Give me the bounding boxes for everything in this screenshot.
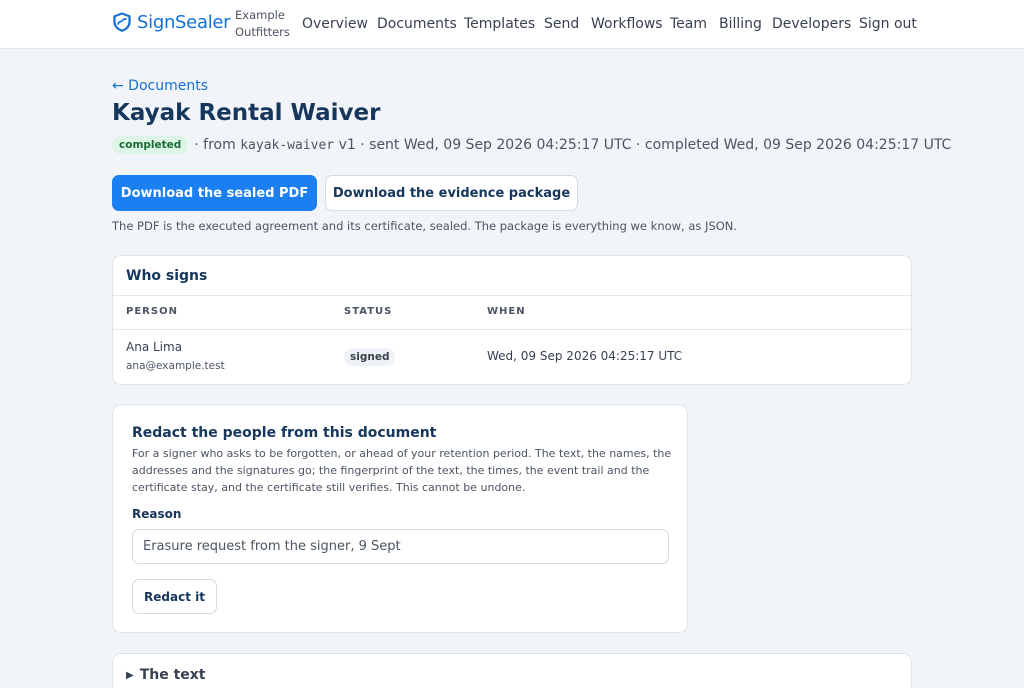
nav-billing[interactable]: Billing <box>719 16 762 32</box>
org-line-1: Example <box>235 8 285 22</box>
page-title: Kayak Rental Waiver <box>112 100 381 126</box>
nav-sign-out[interactable]: Sign out <box>859 16 917 32</box>
signer-status-badge: signed <box>344 348 396 366</box>
org-line-2: Outfitters <box>235 25 290 39</box>
template-name: kayak-waiver <box>240 137 335 153</box>
nav-workflows[interactable]: Workflows <box>591 16 663 32</box>
nav-overview[interactable]: Overview <box>302 16 368 32</box>
signed-timestamp: Wed, 09 Sep 2026 04:25:17 UTC <box>487 349 683 363</box>
column-header-when: WHEN <box>487 306 526 317</box>
brand-name: SignSealer <box>137 11 231 33</box>
disclosure-triangle-icon: ▶ <box>126 669 134 681</box>
download-evidence-package-button[interactable]: Download the evidence package <box>325 175 578 211</box>
reason-input[interactable] <box>132 529 669 564</box>
download-sealed-pdf-button[interactable]: Download the sealed PDF <box>112 175 317 211</box>
completed-timestamp: · completed Wed, 09 Sep 2026 04:25:17 UT… <box>636 137 952 153</box>
reason-label: Reason <box>132 507 182 521</box>
top-navigation-bar: SignSealer Example Outfitters Overview D… <box>0 0 1024 49</box>
text-section-label: The text <box>139 667 206 683</box>
nav-documents[interactable]: Documents <box>377 16 457 32</box>
signers-card: Who signs PERSON STATUS WHEN Ana Lima an… <box>112 255 912 385</box>
redact-title: Redact the people from this document <box>132 425 437 441</box>
column-header-status: STATUS <box>344 306 393 317</box>
download-note: The PDF is the executed agreement and it… <box>112 219 738 233</box>
nav-send[interactable]: Send <box>544 16 579 32</box>
column-header-person: PERSON <box>126 306 178 317</box>
divider <box>113 329 911 330</box>
signer-name: Ana Lima <box>126 340 183 354</box>
redact-description: For a signer who asks to be forgotten, o… <box>132 447 672 494</box>
from-prefix: · from <box>194 137 236 153</box>
signers-heading: Who signs <box>126 268 208 284</box>
brand-logo[interactable]: SignSealer <box>111 11 231 33</box>
sent-timestamp: · sent Wed, 09 Sep 2026 04:25:17 UTC <box>360 137 632 153</box>
nav-developers[interactable]: Developers <box>772 16 851 32</box>
redact-button[interactable]: Redact it <box>132 579 217 614</box>
status-badge: completed <box>112 136 189 154</box>
document-meta: completed · from kayak-waiver v1 · sent … <box>112 136 951 154</box>
organization-name: Example Outfitters <box>235 7 290 41</box>
text-section-card: ▶ The text <box>112 653 912 688</box>
shield-icon <box>113 12 131 32</box>
text-disclosure-toggle[interactable]: ▶ The text <box>126 667 206 683</box>
divider <box>113 295 911 296</box>
redact-card: Redact the people from this document For… <box>112 404 688 633</box>
nav-team[interactable]: Team <box>670 16 707 32</box>
back-to-documents-link[interactable]: ← Documents <box>112 78 208 94</box>
signer-email: ana@example.test <box>126 360 225 372</box>
nav-templates[interactable]: Templates <box>464 16 535 32</box>
template-version: v1 <box>338 137 356 153</box>
